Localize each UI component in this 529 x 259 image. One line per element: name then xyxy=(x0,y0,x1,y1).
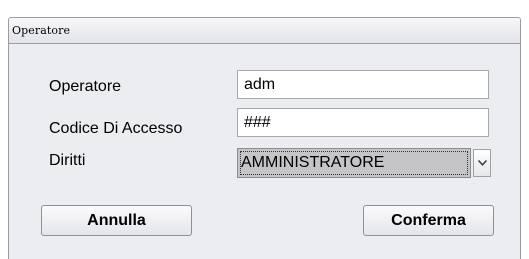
operator-label: Operatore xyxy=(49,78,122,95)
operator-input[interactable] xyxy=(237,70,489,99)
chevron-down-icon xyxy=(478,160,487,166)
rights-label: Diritti xyxy=(49,152,86,169)
confirm-button[interactable]: Conferma xyxy=(363,205,494,236)
dialog-titlebar: Operatore xyxy=(9,18,520,44)
rights-select[interactable]: AMMINISTRATORE xyxy=(237,148,471,178)
focus-ring xyxy=(240,151,468,175)
dialog-title: Operatore xyxy=(12,24,71,37)
cancel-button[interactable]: Annulla xyxy=(41,205,192,236)
operator-dialog: Operatore Operatore Codice Di Accesso Di… xyxy=(8,17,521,259)
rights-dropdown-button[interactable] xyxy=(473,149,491,177)
access-code-input[interactable] xyxy=(237,108,489,137)
access-code-label: Codice Di Accesso xyxy=(49,120,183,137)
